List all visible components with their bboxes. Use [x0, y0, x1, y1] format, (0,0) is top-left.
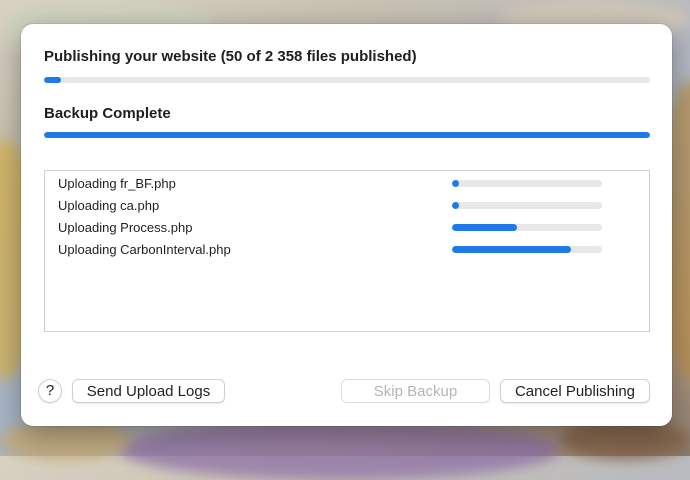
- publishing-dialog: Publishing your website (50 of 2 358 fil…: [21, 24, 672, 426]
- send-upload-logs-button[interactable]: Send Upload Logs: [72, 379, 225, 403]
- help-button[interactable]: ?: [38, 379, 62, 403]
- upload-file-label: Uploading Process.php: [58, 220, 193, 235]
- publish-progress-fill: [44, 77, 61, 83]
- upload-progress-bar: [452, 246, 602, 253]
- upload-progress-fill: [452, 202, 459, 209]
- backup-progress-bar: [44, 132, 650, 138]
- upload-progress-bar: [452, 224, 602, 231]
- upload-row: Uploading Process.php: [45, 216, 649, 238]
- upload-file-label: Uploading fr_BF.php: [58, 176, 176, 191]
- upload-progress-bar: [452, 180, 602, 187]
- wallpaper-patch: [0, 420, 130, 460]
- cancel-publishing-button[interactable]: Cancel Publishing: [500, 379, 650, 403]
- upload-progress-bar: [452, 202, 602, 209]
- upload-progress-fill: [452, 180, 459, 187]
- backup-status-title: Backup Complete: [44, 105, 171, 122]
- upload-progress-fill: [452, 246, 571, 253]
- upload-file-label: Uploading CarbonInterval.php: [58, 242, 231, 257]
- upload-list[interactable]: Uploading fr_BF.php Uploading ca.php Upl…: [44, 170, 650, 332]
- upload-progress-fill: [452, 224, 517, 231]
- upload-row: Uploading CarbonInterval.php: [45, 238, 649, 260]
- skip-backup-button[interactable]: Skip Backup: [341, 379, 490, 403]
- upload-row: Uploading fr_BF.php: [45, 172, 649, 194]
- publish-status-title: Publishing your website (50 of 2 358 fil…: [44, 48, 417, 65]
- publish-progress-bar: [44, 77, 650, 83]
- wallpaper-patch: [120, 420, 560, 480]
- backup-progress-fill: [44, 132, 650, 138]
- upload-row: Uploading ca.php: [45, 194, 649, 216]
- upload-file-label: Uploading ca.php: [58, 198, 160, 213]
- wallpaper-patch: [560, 420, 690, 460]
